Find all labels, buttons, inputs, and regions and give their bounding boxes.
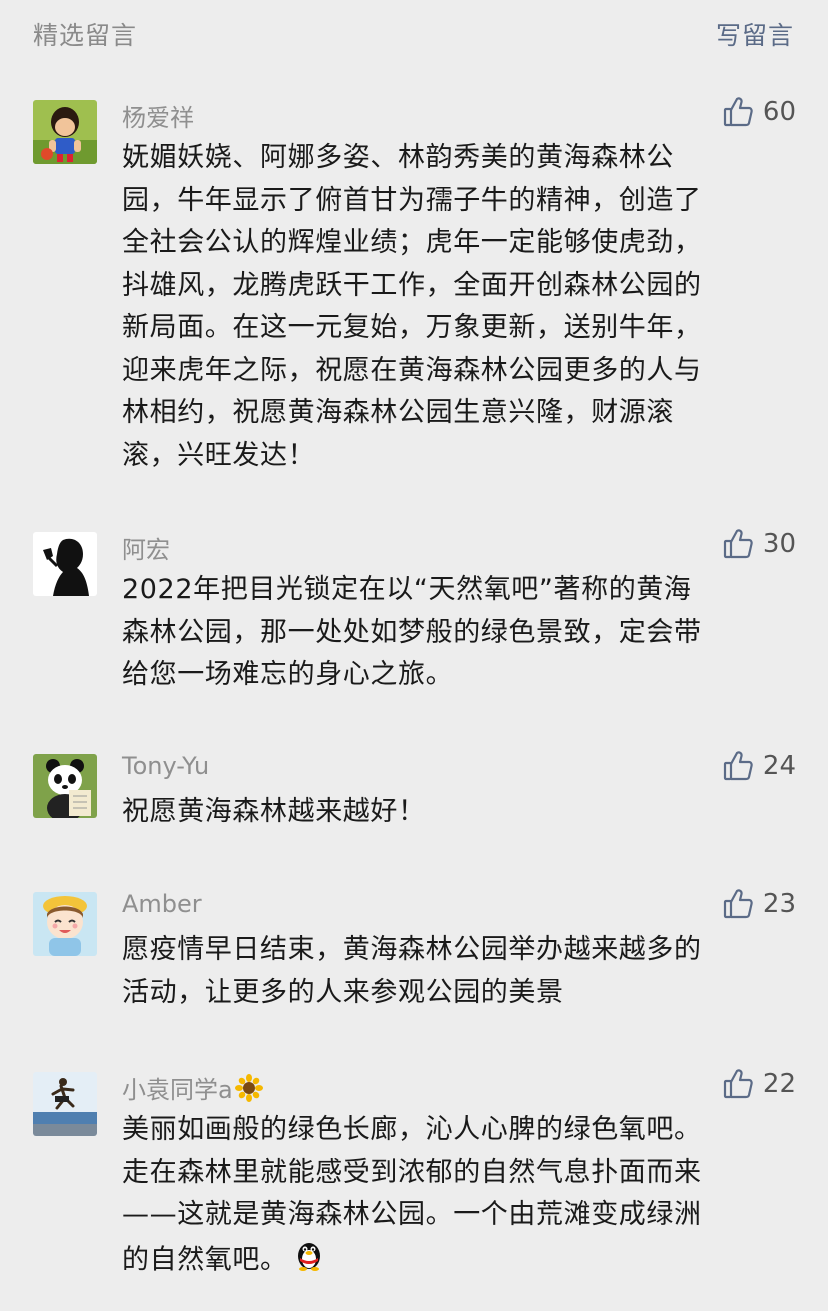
panda-avatar-icon[interactable] <box>33 754 97 818</box>
comment-username[interactable]: Amber <box>122 890 202 918</box>
like-button[interactable]: 23 <box>723 886 796 922</box>
comment-line: 滚，兴旺发达！ <box>122 439 316 471</box>
comment-line: 的自然氧吧。 <box>122 1237 802 1285</box>
like-button[interactable]: 30 <box>723 526 796 562</box>
comment-line: 2022年把目光锁定在以“天然氧吧”著称的黄海 <box>122 574 692 605</box>
thumbs-up-icon <box>723 1068 753 1100</box>
section-title: 精选留言 <box>33 21 138 50</box>
like-count: 24 <box>762 751 796 781</box>
comment-line: 林相约，祝愿黄海森林公园生意兴隆，财源滚 <box>122 397 674 428</box>
comment-line: 愿疫情早日结束，黄海森林公园举办越来越多的 <box>122 934 702 965</box>
comment-line: 新局面。在这一元复始，万象更新，送别牛年， <box>122 312 702 343</box>
thumbs-up-icon <box>723 528 753 560</box>
comment-line: 全社会公认的辉煌业绩；虎年一定能够使虎劲， <box>122 227 702 258</box>
comment-line-text: 的自然氧吧。 <box>122 1243 288 1275</box>
thumbs-up-icon <box>723 96 753 128</box>
comment-username[interactable]: 阿宏 <box>122 530 170 565</box>
comment-line: 妩媚妖娆、阿娜多姿、林韵秀美的黄海森林公 <box>122 142 674 173</box>
runner-beach-avatar-icon[interactable] <box>33 1072 97 1136</box>
like-button[interactable]: 24 <box>723 748 796 784</box>
like-count: 30 <box>762 529 796 559</box>
like-count: 22 <box>762 1069 796 1099</box>
qq-penguin-icon <box>292 1237 326 1285</box>
write-comment-button[interactable]: 写留言 <box>716 16 794 52</box>
comment-username[interactable]: 小袁同学a <box>122 1070 263 1108</box>
comment-text: 祝愿黄海森林越来越好！ <box>122 791 802 834</box>
comment-line: 给您一场难忘的身心之旅。 <box>122 659 454 690</box>
silhouette-woman-avatar-icon[interactable] <box>33 532 97 596</box>
comment-username[interactable]: 杨爱祥 <box>122 98 194 133</box>
comment-text: 妩媚妖娆、阿娜多姿、林韵秀美的黄海森林公 园，牛年显示了俯首甘为孺子牛的精神，创… <box>122 137 802 477</box>
thumbs-up-icon <box>723 888 753 920</box>
thumbs-up-icon <box>723 750 753 782</box>
comment-line: 美丽如画般的绿色长廊，沁人心脾的绿色氧吧。 <box>122 1114 702 1145</box>
comment-line: 迎来虎年之际，祝愿在黄海森林公园更多的人与 <box>122 354 702 386</box>
comment-line: ——这就是黄海森林公园。一个由荒滩变成绿洲 <box>122 1199 702 1230</box>
comment-line: 走在森林里就能感受到浓郁的自然气息扑面而来 <box>122 1156 702 1188</box>
comment-line: 活动，让更多的人来参观公园的美景 <box>122 976 564 1008</box>
cartoon-girl-avatar-icon[interactable] <box>33 892 97 956</box>
comment-line: 祝愿黄海森林越来越好！ <box>122 796 426 827</box>
like-button[interactable]: 22 <box>723 1066 796 1102</box>
username-text: 小袁同学a <box>122 1076 233 1104</box>
comment-text: 愿疫情早日结束，黄海森林公园举办越来越多的 活动，让更多的人来参观公园的美景 <box>122 929 802 1014</box>
like-count: 60 <box>762 97 796 127</box>
comments-page: 精选留言 写留言 杨爱祥 60 妩媚妖娆、阿娜多姿、林韵秀美的黄海森林公 园，牛… <box>0 0 828 1311</box>
like-button[interactable]: 60 <box>723 94 796 130</box>
comment-text: 2022年把目光锁定在以“天然氧吧”著称的黄海 森林公园，那一处处如梦般的绿色景… <box>122 569 802 697</box>
comment-line: 园，牛年显示了俯首甘为孺子牛的精神，创造了 <box>122 184 702 216</box>
comment-text: 美丽如画般的绿色长廊，沁人心脾的绿色氧吧。 走在森林里就能感受到浓郁的自然气息扑… <box>122 1109 802 1284</box>
comment-line: 抖雄风，龙腾虎跃干工作，全面开创森林公园的 <box>122 269 702 301</box>
like-count: 23 <box>762 889 796 919</box>
comment-username[interactable]: Tony-Yu <box>122 752 209 780</box>
sunflower-icon <box>234 1074 263 1108</box>
cartoon-boy-avatar-icon[interactable] <box>33 100 97 164</box>
comment-line: 森林公园，那一处处如梦般的绿色景致，定会带 <box>122 616 702 648</box>
comments-header: 精选留言 写留言 <box>0 0 828 70</box>
